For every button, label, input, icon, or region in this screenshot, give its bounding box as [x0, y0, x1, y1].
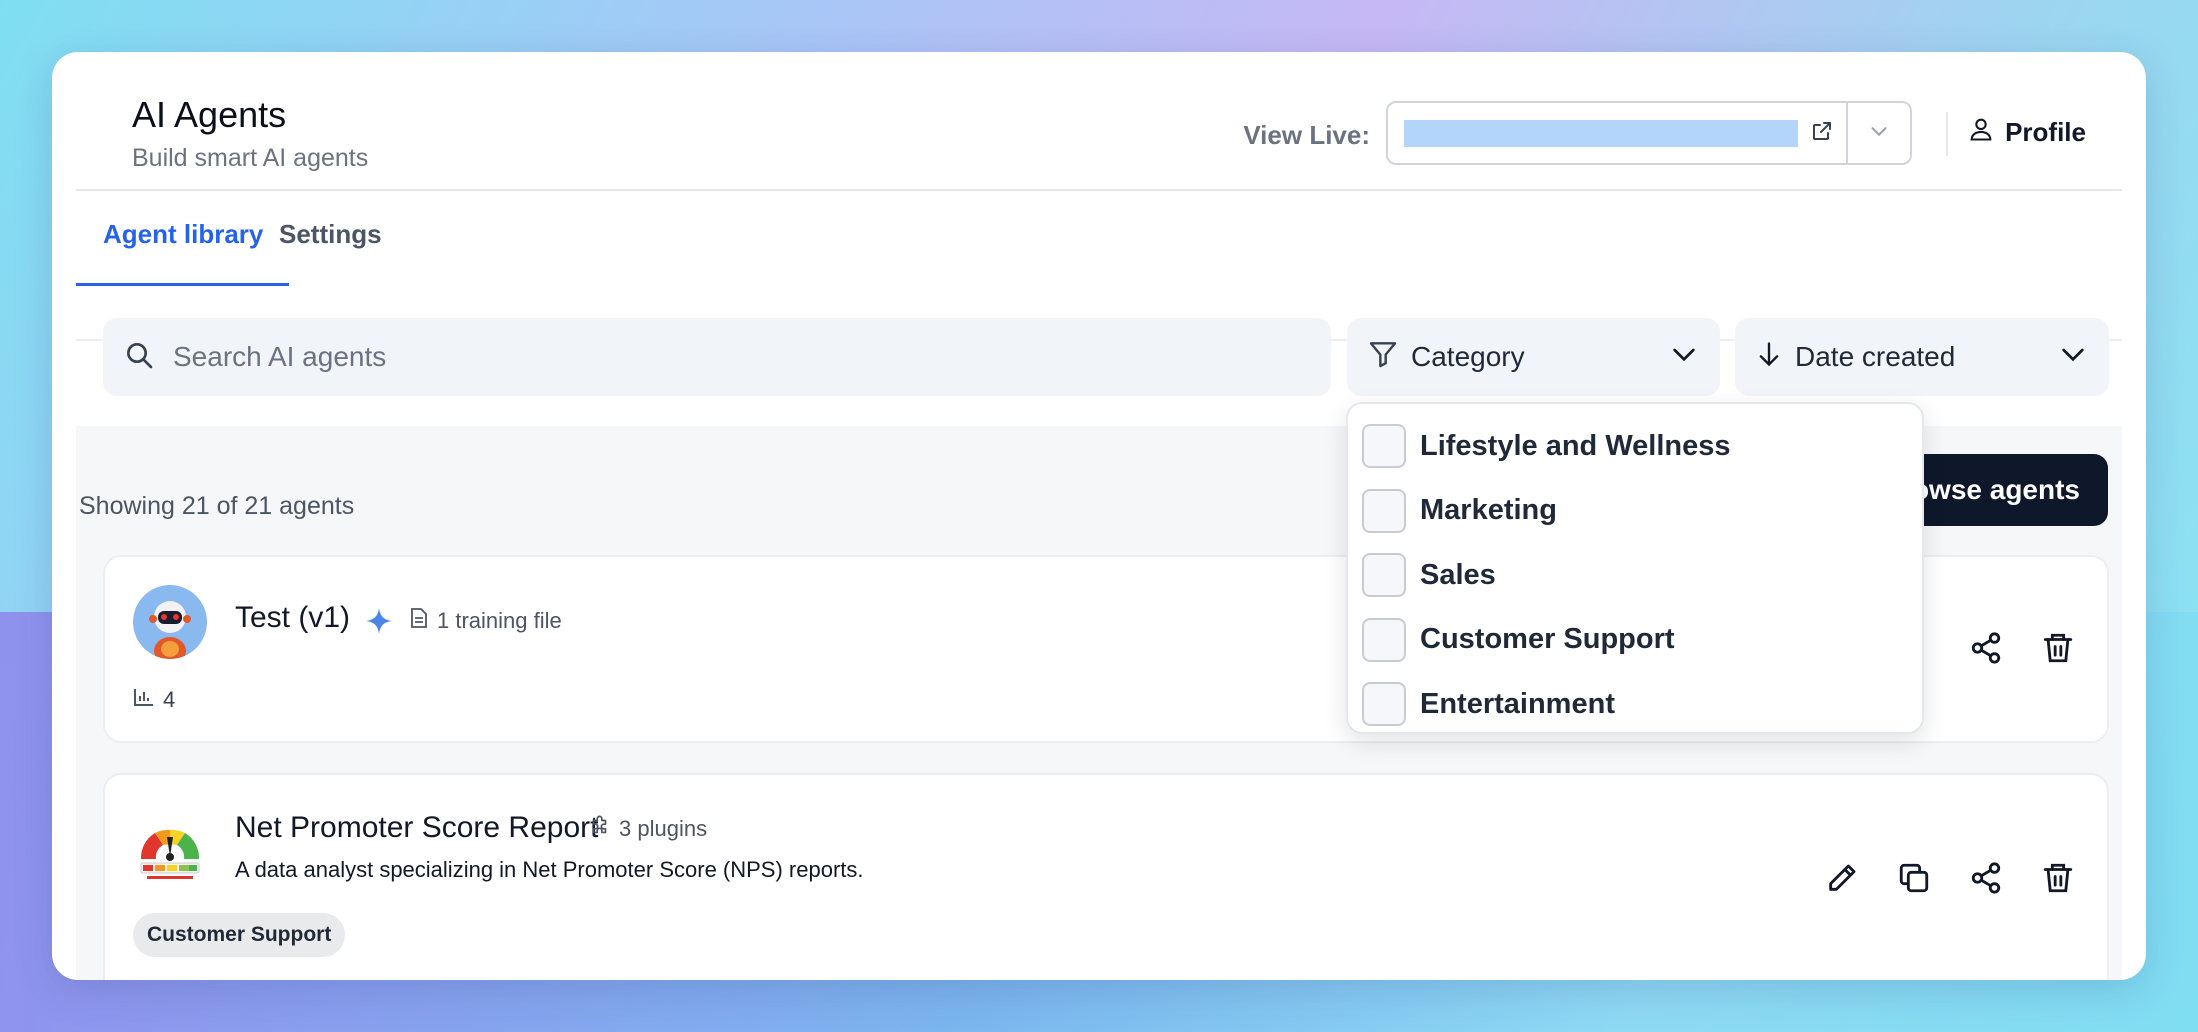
chevron-down-icon — [1868, 120, 1890, 147]
search-box[interactable] — [103, 318, 1331, 396]
category-tag: Customer Support — [133, 913, 346, 957]
trash-icon[interactable] — [2039, 629, 2077, 667]
category-option-label: Lifestyle and Wellness — [1420, 429, 1731, 462]
pencil-icon[interactable] — [1823, 859, 1861, 897]
chevron-down-icon — [1668, 338, 1700, 377]
page-title: AI Agents — [132, 94, 287, 135]
arrow-down-icon — [1755, 338, 1783, 377]
category-option-lifestyle[interactable]: Lifestyle and Wellness — [1362, 414, 1908, 479]
agent-name[interactable]: Net Promoter Score Report — [235, 811, 598, 845]
live-url-selector[interactable] — [1386, 101, 1912, 165]
filter-icon — [1367, 338, 1399, 377]
category-option-customer-support[interactable]: Customer Support — [1362, 608, 1908, 673]
app-window: AI Agents Build smart AI agents View Liv… — [52, 52, 2146, 980]
profile-label: Profile — [2005, 117, 2086, 147]
user-icon — [1967, 115, 1995, 150]
document-icon — [409, 607, 429, 635]
share-icon[interactable] — [1967, 859, 2005, 897]
plugins-meta: 3 plugins — [589, 815, 707, 843]
category-option-label: Sales — [1420, 558, 1496, 591]
share-icon[interactable] — [1967, 629, 2005, 667]
category-option-label: Marketing — [1420, 494, 1557, 527]
tab-agent-library[interactable]: Agent library — [103, 219, 263, 250]
usage-count: 4 — [163, 687, 176, 712]
card-actions — [1967, 629, 2077, 667]
category-checkbox[interactable] — [1362, 488, 1406, 533]
category-checkbox[interactable] — [1362, 424, 1406, 469]
category-option-marketing[interactable]: Marketing — [1362, 479, 1908, 544]
results-count: Showing 21 of 21 agents — [79, 492, 355, 520]
profile-button[interactable]: Profile — [1967, 115, 2086, 150]
agent-name[interactable]: Test (v1) — [235, 601, 350, 635]
category-option-label: Entertainment — [1420, 687, 1615, 720]
live-url-value-redacted — [1404, 119, 1798, 147]
gauge-avatar — [133, 811, 207, 885]
puzzle-icon — [589, 815, 611, 843]
view-live-label: View Live: — [1243, 120, 1370, 150]
category-filter[interactable]: Category — [1347, 318, 1720, 396]
category-checkbox[interactable] — [1362, 682, 1406, 727]
category-checkbox[interactable] — [1362, 553, 1406, 598]
app-header: AI Agents Build smart AI agents View Liv… — [76, 52, 2122, 191]
live-url-field[interactable] — [1388, 103, 1848, 163]
sparkle-icon — [365, 607, 393, 640]
sort-select-label: Date created — [1795, 341, 1956, 372]
trash-icon[interactable] — [2039, 859, 2077, 897]
plugins-count: 3 plugins — [619, 816, 708, 841]
agent-card[interactable]: Net Promoter Score Report 3 plugins A da… — [103, 773, 2109, 980]
category-dropdown-menu: Lifestyle and Wellness Marketing Sales C… — [1346, 402, 1924, 734]
active-tab-indicator — [76, 283, 289, 286]
category-filter-label: Category — [1411, 341, 1525, 372]
tab-settings[interactable]: Settings — [279, 219, 382, 250]
training-files-meta: 1 training file — [409, 607, 562, 635]
search-input[interactable] — [173, 341, 1173, 373]
chevron-down-icon — [2057, 338, 2089, 377]
sort-select[interactable]: Date created — [1735, 318, 2109, 396]
external-link-icon[interactable] — [1810, 119, 1834, 148]
card-actions — [1823, 859, 2077, 897]
category-option-label: Customer Support — [1420, 623, 1675, 656]
category-option-entertainment[interactable]: Entertainment — [1362, 672, 1908, 737]
search-icon — [123, 339, 155, 376]
training-files-count: 1 training file — [437, 608, 562, 633]
live-url-dropdown-button[interactable] — [1848, 103, 1910, 163]
agent-description: A data analyst specializing in Net Promo… — [235, 857, 864, 882]
bar-chart-icon — [133, 687, 155, 713]
usage-stat: 4 — [133, 687, 175, 713]
robot-avatar — [133, 585, 207, 659]
duplicate-icon[interactable] — [1895, 859, 1933, 897]
category-checkbox[interactable] — [1362, 617, 1406, 662]
category-option-sales[interactable]: Sales — [1362, 543, 1908, 608]
page-subtitle: Build smart AI agents — [132, 144, 369, 172]
header-divider — [1946, 112, 1948, 156]
